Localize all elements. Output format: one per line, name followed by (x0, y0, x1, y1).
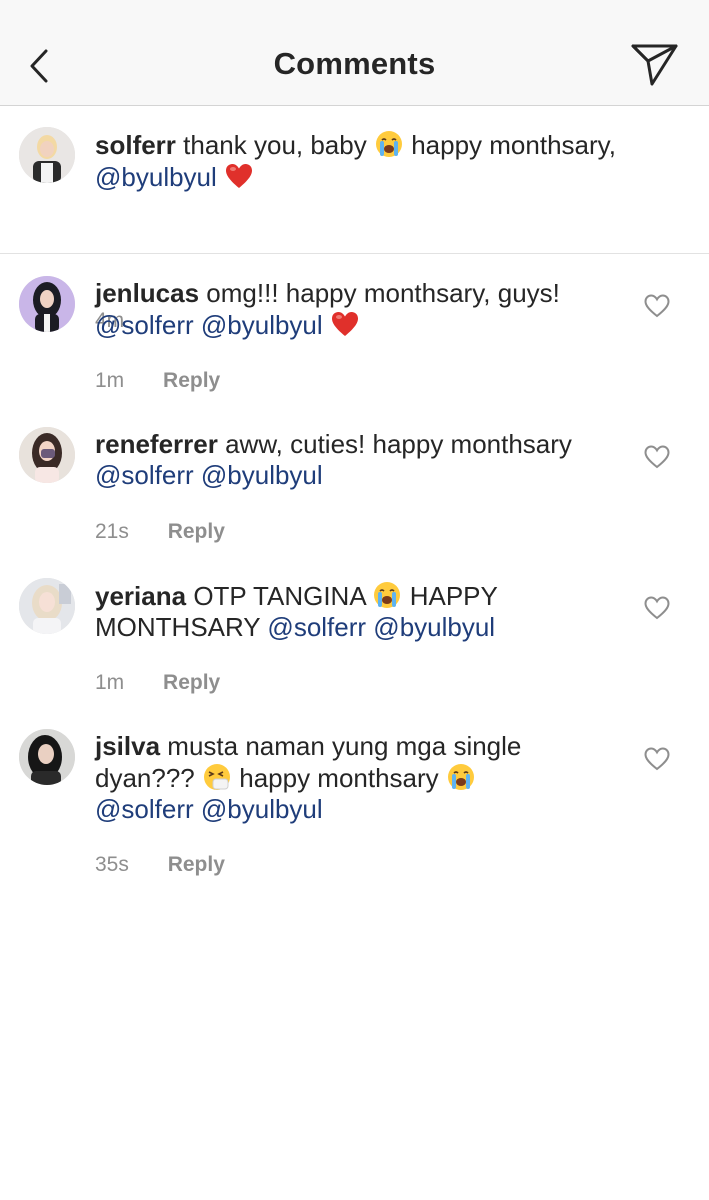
avatar[interactable] (19, 276, 75, 332)
username[interactable]: solferr (95, 130, 176, 160)
comment-body: aww, cuties! happy monthsary (225, 429, 572, 459)
comment-meta: 21s Reply (95, 520, 225, 544)
timestamp: 1m (95, 369, 125, 392)
timestamp: 35s (95, 853, 129, 876)
heart-outline-icon (644, 445, 670, 469)
red-heart-icon (224, 161, 254, 191)
comment-meta: 1m Reply (95, 369, 220, 393)
comment-meta: 35s Reply (95, 853, 225, 877)
username[interactable]: jenlucas (95, 278, 199, 308)
mention-link[interactable]: @byulbyul (201, 460, 323, 490)
comment-item: reneferrer aww, cuties! happy monthsary … (0, 405, 709, 556)
reply-button[interactable]: Reply (163, 671, 220, 695)
timestamp: 1m (95, 671, 125, 694)
heart-outline-icon (644, 294, 670, 318)
avatar[interactable] (19, 427, 75, 483)
send-button[interactable] (630, 43, 680, 87)
mention-link[interactable]: @byulbyul (201, 310, 323, 340)
like-button[interactable] (644, 596, 670, 620)
comment-item: jenlucas omg!!! happy monthsary, guys! @… (0, 254, 709, 405)
like-button[interactable] (644, 747, 670, 771)
comment-meta: 1m Reply (95, 671, 220, 695)
loudly-crying-face-icon (372, 580, 402, 610)
loudly-crying-face-icon (446, 762, 476, 792)
red-heart-icon (330, 309, 360, 339)
mention-link[interactable]: @byulbyul (201, 794, 323, 824)
mention-link[interactable]: @solferr (95, 460, 194, 490)
timestamp: 21s (95, 520, 129, 543)
mention-link[interactable]: @solferr (95, 310, 194, 340)
mention-link[interactable]: @solferr (267, 612, 366, 642)
reply-button[interactable]: Reply (168, 853, 225, 877)
sneezing-face-icon (202, 762, 232, 792)
mention-link[interactable]: @byulbyul (373, 612, 495, 642)
username[interactable]: reneferrer (95, 429, 218, 459)
mention-link[interactable]: @byulbyul (95, 162, 217, 192)
reply-button[interactable]: Reply (168, 520, 225, 544)
comment-body-2: happy monthsary (239, 763, 439, 793)
avatar[interactable] (19, 578, 75, 634)
page-title: Comments (273, 46, 436, 81)
comment-text: jenlucas omg!!! happy monthsary, guys! @… (95, 278, 615, 341)
header-bar: Comments (0, 0, 709, 106)
post-caption: solferr thank you, baby happy monthsary,… (0, 106, 709, 332)
comment-text: reneferrer aww, cuties! happy monthsary … (95, 429, 615, 491)
comment-body: OTP TANGINA (193, 581, 366, 611)
caption-body: thank you, baby (183, 130, 367, 160)
comment-body: omg!!! happy monthsary, guys! (206, 278, 560, 308)
reply-button[interactable]: Reply (163, 369, 220, 393)
caption-body-2: happy monthsary, (411, 130, 616, 160)
comment-text: yeriana OTP TANGINA HAPPY MONTHSARY @sol… (95, 580, 615, 643)
comment-item: yeriana OTP TANGINA HAPPY MONTHSARY @sol… (0, 556, 709, 707)
avatar[interactable] (19, 729, 75, 785)
username[interactable]: jsilva (95, 731, 160, 761)
mention-link[interactable]: @solferr (95, 794, 194, 824)
heart-outline-icon (644, 747, 670, 771)
paper-plane-icon (631, 44, 678, 86)
caption-text: solferr thank you, baby happy monthsary,… (95, 129, 685, 193)
loudly-crying-face-icon (374, 129, 404, 159)
comment-text: jsilva musta naman yung mga single dyan?… (95, 731, 615, 825)
like-button[interactable] (644, 294, 670, 318)
avatar[interactable] (19, 127, 75, 183)
comment-item: jsilva musta naman yung mga single dyan?… (0, 707, 709, 907)
heart-outline-icon (644, 596, 670, 620)
username[interactable]: yeriana (95, 581, 186, 611)
like-button[interactable] (644, 445, 670, 469)
